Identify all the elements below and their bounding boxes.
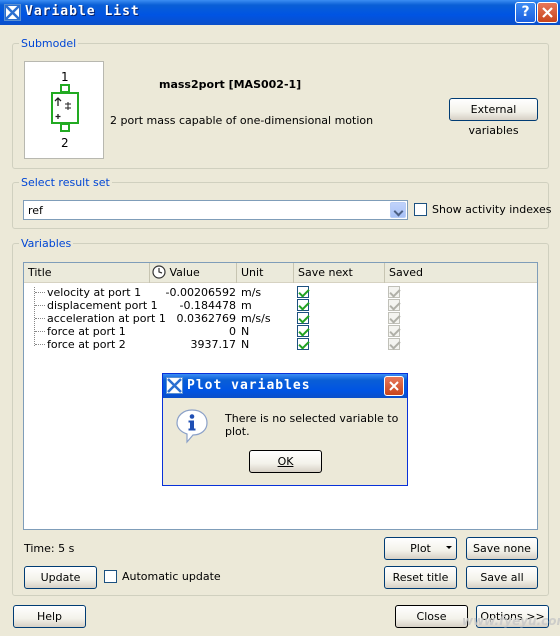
question-icon: ? (521, 4, 530, 20)
saved-checkbox (388, 325, 400, 337)
update-button[interactable]: Update (24, 566, 97, 589)
tree-branch (35, 305, 45, 306)
variable-list-window: Variable List ? Submodel 1 2 mass2port [… (0, 0, 560, 636)
clock-icon (152, 265, 166, 279)
info-icon (176, 409, 208, 444)
external-variables-label: External variables (468, 103, 519, 137)
show-activity-checkbox[interactable] (414, 203, 427, 216)
variable-unit: m (241, 299, 252, 312)
table-row[interactable]: displacement port 1 -0.184478 m (24, 299, 537, 312)
variable-title: force at port 1 (47, 325, 126, 338)
help-label: Help (36, 610, 63, 623)
watermark: www.fyeyu.com (462, 614, 560, 628)
app-logo-icon (166, 377, 183, 394)
time-label: Time: 5 s (24, 542, 75, 555)
reset-title-button[interactable]: Reset title (384, 566, 457, 589)
saved-checkbox (388, 312, 400, 324)
dialog-close-button[interactable] (384, 376, 404, 396)
column-header-saved[interactable]: Saved (385, 263, 537, 283)
variable-title: acceleration at port 1 (47, 312, 166, 325)
column-header-unit[interactable]: Unit (237, 263, 294, 283)
variable-value: 0.0362769 (176, 312, 237, 325)
close-icon (542, 7, 553, 18)
help-title-button[interactable]: ? (515, 2, 536, 23)
plot-button[interactable]: Plot (384, 537, 457, 560)
external-variables-button[interactable]: External variables (449, 98, 538, 137)
save-next-checkbox[interactable] (297, 325, 309, 337)
tree-branch (35, 344, 45, 345)
title-bar[interactable]: Variable List ? (0, 0, 560, 25)
submodel-preview: 1 2 (24, 61, 104, 159)
result-set-value: ref (28, 204, 43, 217)
table-row[interactable]: force at port 2 3937.17 N (24, 338, 537, 351)
variable-value: 3937.17 (190, 338, 237, 351)
save-none-button[interactable]: Save none (466, 537, 538, 560)
save-all-label: Save all (480, 571, 524, 584)
close-label: Close (416, 610, 447, 623)
automatic-update-label[interactable]: Automatic update (122, 570, 221, 583)
dropdown-arrow-icon (446, 546, 452, 549)
tree-branch (35, 331, 45, 332)
show-activity-label[interactable]: Show activity indexes (432, 203, 551, 216)
variable-value: -0.184478 (179, 299, 236, 312)
dialog-title: Plot variables (187, 378, 311, 393)
ok-button[interactable]: OK (249, 450, 322, 473)
table-header: Title Value Unit Save next Saved (24, 263, 537, 283)
help-button[interactable]: Help (13, 605, 86, 628)
variable-unit: m/s (241, 286, 262, 299)
save-next-checkbox[interactable] (297, 312, 309, 324)
port-top-label: 1 (61, 70, 69, 84)
saved-checkbox (388, 338, 400, 350)
table-row[interactable]: force at port 1 0N (24, 325, 537, 338)
variable-unit: N (241, 325, 250, 338)
variable-title: velocity at port 1 (47, 286, 142, 299)
variable-unit: N (241, 338, 250, 351)
close-title-button[interactable] (537, 2, 558, 23)
table-row[interactable]: velocity at port 1 -0.00206592 m/s (24, 286, 537, 299)
plot-variables-dialog: Plot variables There is no selected vari… (162, 373, 408, 486)
automatic-update-checkbox[interactable] (104, 570, 117, 583)
variables-legend: Variables (21, 237, 72, 250)
variable-unit: m/s/s (241, 312, 271, 325)
save-none-label: Save none (473, 542, 531, 555)
plot-label: Plot (410, 542, 431, 555)
dialog-message: There is no selected variable to plot. (225, 412, 399, 438)
reset-title-label: Reset title (392, 571, 449, 584)
update-label: Update (40, 571, 81, 584)
close-button[interactable]: Close (395, 605, 468, 628)
variable-title: force at port 2 (47, 338, 126, 351)
result-set-select[interactable]: ref (23, 200, 408, 220)
column-header-save-next[interactable]: Save next (294, 263, 385, 283)
variable-value: -0.00206592 (165, 286, 236, 299)
ok-label: OK (277, 455, 294, 468)
saved-checkbox (388, 286, 400, 298)
column-header-title[interactable]: Title (24, 263, 150, 283)
chevron-down-icon[interactable] (390, 202, 406, 218)
result-set-legend: Select result set (21, 176, 110, 189)
tree-branch (35, 292, 45, 293)
port-bottom-label: 2 (61, 136, 69, 150)
window-title: Variable List (25, 4, 140, 19)
save-next-checkbox[interactable] (297, 286, 309, 298)
saved-checkbox (388, 299, 400, 311)
dialog-title-bar[interactable]: Plot variables (163, 374, 407, 398)
app-logo-icon (4, 4, 21, 21)
submodel-description: 2 port mass capable of one-dimensional m… (110, 114, 374, 127)
table-row[interactable]: acceleration at port 1 0.0362769 m/s/s (24, 312, 537, 325)
submodel-legend: Submodel (21, 37, 77, 50)
variable-title: displacement port 1 (47, 299, 158, 312)
column-header-value[interactable]: Value (150, 263, 237, 283)
close-icon (389, 381, 399, 391)
submodel-name: mass2port [MAS002-1] (159, 78, 302, 91)
variable-value: 0 (229, 325, 236, 338)
save-next-checkbox[interactable] (297, 299, 309, 311)
save-next-checkbox[interactable] (297, 338, 309, 350)
save-all-button[interactable]: Save all (466, 566, 538, 589)
mass-symbol-icon (51, 84, 79, 132)
tree-branch (35, 318, 45, 319)
